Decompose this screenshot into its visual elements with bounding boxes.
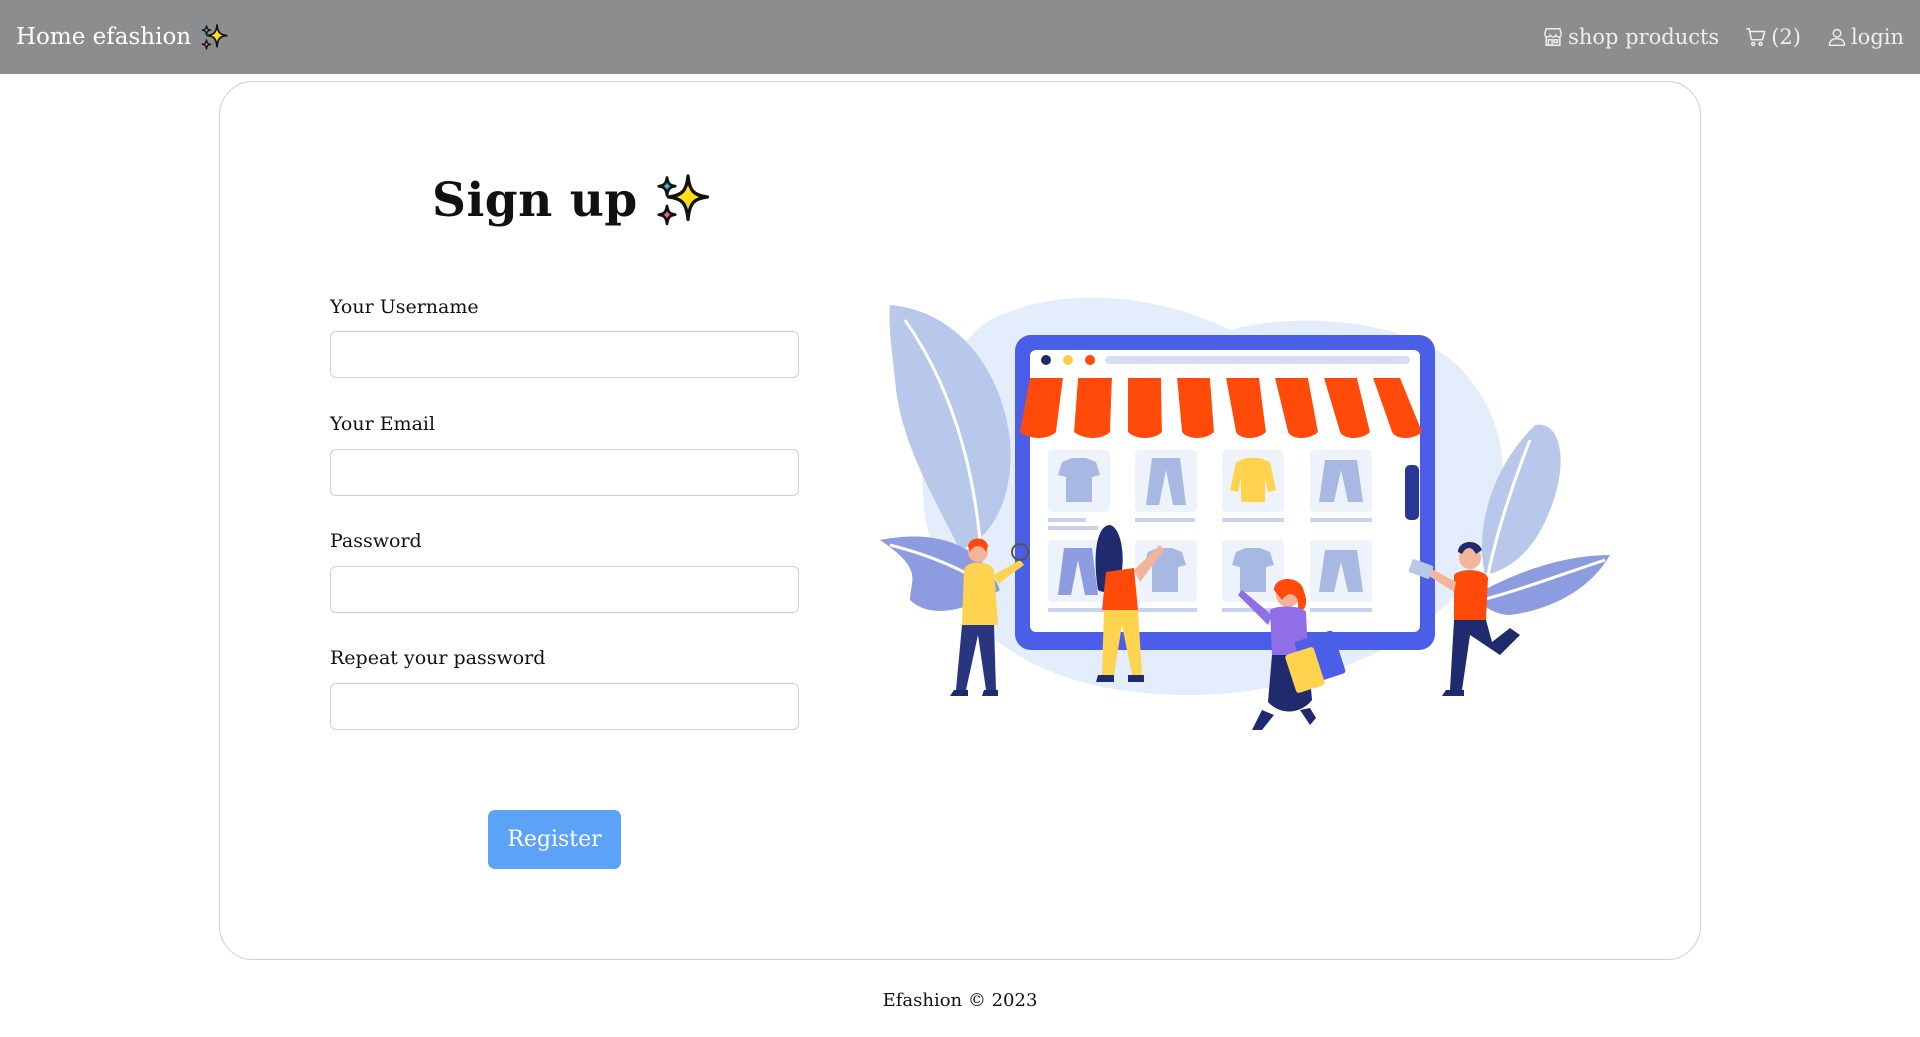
brand-link[interactable]: Home efashion <box>16 22 229 52</box>
navbar: Home efashion shop products (2) login <box>0 0 1920 74</box>
shop-products-link[interactable]: shop products <box>1542 25 1719 49</box>
password-label: Password <box>330 530 422 552</box>
cart-icon <box>1746 27 1766 47</box>
email-label: Your Email <box>330 413 436 435</box>
repeat-password-label: Repeat your password <box>330 647 546 669</box>
cart-count: (2) <box>1771 25 1801 49</box>
username-input[interactable] <box>330 331 799 378</box>
sparkles-icon <box>657 174 709 226</box>
login-link[interactable]: login <box>1827 25 1904 49</box>
footer-text: Efashion © 2023 <box>882 990 1038 1011</box>
sparkles-icon <box>201 24 228 50</box>
page-title: Sign up <box>432 172 638 228</box>
username-label: Your Username <box>330 296 479 318</box>
brand-label: Home efashion <box>16 24 192 50</box>
email-input[interactable] <box>330 449 799 496</box>
register-button[interactable]: Register <box>488 810 621 869</box>
signup-title-wrap: Sign up <box>432 170 712 230</box>
password-input[interactable] <box>330 566 799 613</box>
shop-products-label: shop products <box>1568 25 1720 49</box>
cart-link[interactable]: (2) <box>1745 25 1801 49</box>
store-icon <box>1544 28 1563 46</box>
nav-links: shop products (2) login <box>1542 25 1904 49</box>
login-label: login <box>1850 25 1904 49</box>
repeat-password-input[interactable] <box>330 683 799 730</box>
online-shop-illustration <box>880 297 1610 730</box>
user-icon <box>1828 28 1846 47</box>
